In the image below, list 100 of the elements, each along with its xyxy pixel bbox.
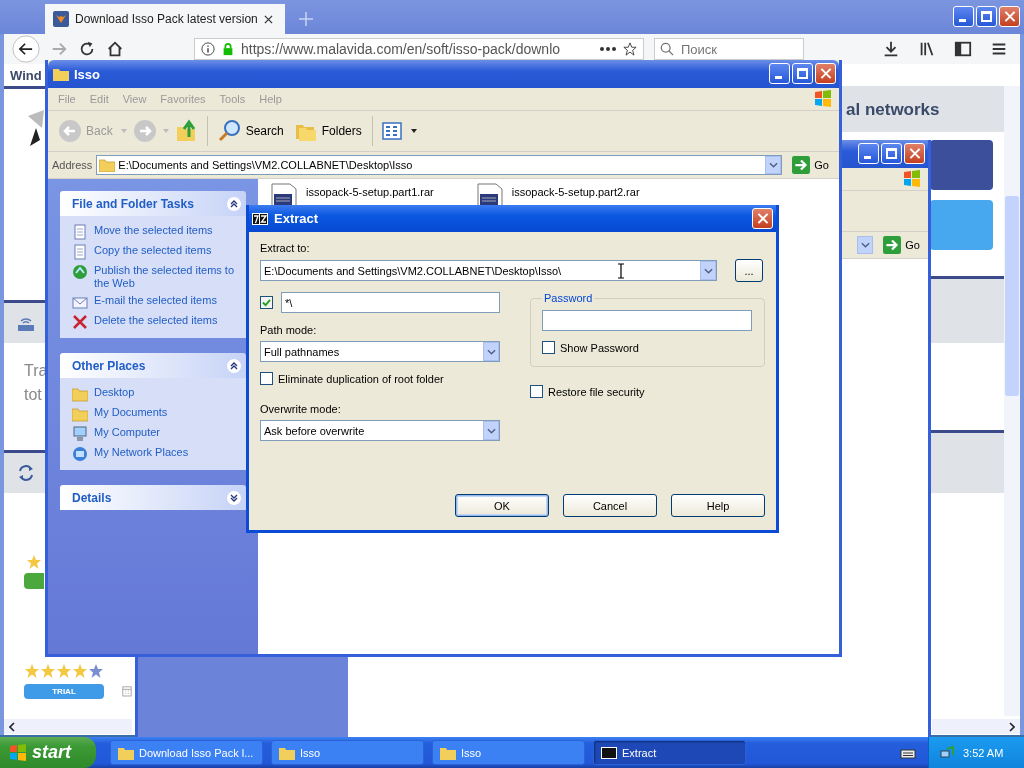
- fox-icon: [53, 11, 69, 27]
- close-button[interactable]: [815, 63, 836, 84]
- vertical-scrollbar[interactable]: [1004, 86, 1020, 716]
- taskbar-button[interactable]: Download Isso Pack l...: [110, 740, 263, 765]
- checkbox[interactable]: [530, 385, 543, 398]
- scrollbar-track[interactable]: [932, 719, 1020, 734]
- close-icon[interactable]: [263, 14, 273, 24]
- checkbox[interactable]: [260, 296, 273, 309]
- network-icon[interactable]: [939, 744, 955, 761]
- app-logo-icon: [601, 744, 617, 761]
- ok-button[interactable]: OK: [455, 494, 549, 517]
- tab-title: Download Isso Pack latest version: [75, 12, 258, 26]
- browse-button[interactable]: ...: [735, 259, 763, 282]
- dropdown-button[interactable]: [483, 421, 499, 440]
- close-button[interactable]: [999, 6, 1020, 27]
- maximize-button[interactable]: [976, 6, 997, 27]
- dialog-title: Extract: [274, 211, 319, 226]
- views-icon[interactable]: [380, 119, 405, 143]
- home-icon[interactable]: [106, 40, 124, 58]
- field-label: Path mode:: [260, 324, 317, 336]
- arrow-icon: [883, 236, 902, 254]
- collapse-icon[interactable]: [226, 195, 242, 212]
- close-button[interactable]: [752, 208, 773, 229]
- reload-icon[interactable]: [78, 40, 96, 58]
- app-logo-icon: [252, 212, 268, 225]
- checkbox-label: Show Password: [560, 341, 639, 354]
- library-icon[interactable]: [918, 40, 936, 58]
- dropdown-button[interactable]: [857, 236, 874, 254]
- back-icon[interactable]: [12, 35, 40, 63]
- task-link[interactable]: E-mail the selected items: [94, 294, 217, 307]
- task-link[interactable]: My Computer: [94, 426, 161, 439]
- magnifier-icon: [217, 119, 242, 143]
- folder-icon: [72, 406, 88, 422]
- task-link[interactable]: Desktop: [94, 386, 135, 399]
- folder-icon: [53, 67, 69, 81]
- overwrite-mode-dropdown[interactable]: Ask before overwrite: [260, 420, 500, 441]
- path-mode-dropdown[interactable]: Full pathnames: [260, 341, 500, 362]
- star-icon: [56, 663, 72, 679]
- sidebar-icon[interactable]: [954, 40, 972, 58]
- taskbar-button[interactable]: Extract: [593, 740, 746, 765]
- horizontal-scrollbar[interactable]: [4, 719, 132, 734]
- go-button[interactable]: Go: [877, 236, 922, 254]
- cancel-button[interactable]: Cancel: [563, 494, 657, 517]
- archive-file-icon[interactable]: [268, 183, 300, 207]
- chevron-left-icon[interactable]: [9, 721, 15, 732]
- more-icon[interactable]: [599, 46, 617, 52]
- collapse-icon[interactable]: [226, 357, 242, 374]
- panel-header[interactable]: Other Places: [60, 353, 246, 378]
- help-button[interactable]: Help: [671, 494, 765, 517]
- minimize-button[interactable]: [858, 143, 879, 164]
- folder-icon: [72, 386, 88, 402]
- minimize-button[interactable]: [769, 63, 790, 84]
- windows-logo-icon: [8, 742, 28, 763]
- start-button[interactable]: start: [0, 737, 96, 768]
- refresh-icon: [16, 463, 36, 483]
- taskbar-button[interactable]: Isso: [432, 740, 585, 765]
- task-link[interactable]: Publish the selected items to the Web: [94, 264, 236, 290]
- dropdown-button[interactable]: [700, 261, 716, 280]
- keyboard-icon[interactable]: [900, 746, 916, 759]
- maximize-button[interactable]: [881, 143, 902, 164]
- star-icon: [24, 663, 40, 679]
- close-button[interactable]: [904, 143, 925, 164]
- file-name[interactable]: issopack-5-setup.part1.rar: [306, 186, 434, 198]
- task-link[interactable]: Copy the selected items: [94, 244, 212, 257]
- password-field[interactable]: [542, 310, 752, 331]
- dropdown-button[interactable]: [765, 156, 782, 174]
- download-icon[interactable]: [882, 40, 900, 58]
- caret-icon[interactable]: [410, 129, 417, 133]
- calendar-icon: [122, 685, 132, 697]
- task-link[interactable]: Move the selected items: [94, 224, 213, 237]
- filter-field[interactable]: *\: [281, 292, 500, 313]
- chevron-right-icon[interactable]: [1009, 721, 1015, 732]
- checkbox-label: Restore file security: [548, 385, 645, 398]
- cross-icon: [72, 314, 88, 330]
- windows-logo-icon: [813, 89, 833, 109]
- address-label: Address: [52, 159, 93, 171]
- maximize-button[interactable]: [792, 63, 813, 84]
- file-name[interactable]: issopack-5-setup.part2.rar: [511, 186, 640, 198]
- minimize-button[interactable]: [953, 6, 974, 27]
- taskbar-button[interactable]: Isso: [271, 740, 424, 765]
- task-link[interactable]: Delete the selected items: [94, 314, 218, 327]
- extract-path-combo[interactable]: E:\Documents and Settings\VM2.COLLABNET\Desktop\Isso\: [260, 260, 717, 281]
- address-field[interactable]: E:\Documents and Settings\VM2.COLLABNET\Desktop\Isso: [96, 155, 783, 175]
- panel-header[interactable]: File and Folder Tasks: [60, 191, 246, 216]
- dropdown-button[interactable]: [483, 342, 499, 361]
- search-field[interactable]: Поиск: [654, 38, 804, 60]
- checkbox[interactable]: [260, 372, 273, 385]
- browser-tab[interactable]: Download Isso Pack latest version: [45, 4, 285, 34]
- star-icon[interactable]: [623, 42, 637, 56]
- field-label: Overwrite mode:: [260, 403, 341, 415]
- checkbox[interactable]: [542, 341, 555, 354]
- folders-button[interactable]: Folders: [291, 119, 364, 143]
- checkbox-label: Eliminate duplication of root folder: [278, 372, 444, 385]
- task-link[interactable]: My Documents: [94, 406, 168, 419]
- panel-header[interactable]: Details: [60, 485, 246, 510]
- url-field[interactable]: https://www.malavida.com/en/soft/isso-pack/downlo: [194, 38, 644, 60]
- go-button[interactable]: Go: [786, 156, 831, 174]
- task-link[interactable]: My Network Places: [94, 446, 189, 459]
- collapse-icon[interactable]: [226, 489, 242, 506]
- search-button[interactable]: Search: [215, 119, 286, 143]
